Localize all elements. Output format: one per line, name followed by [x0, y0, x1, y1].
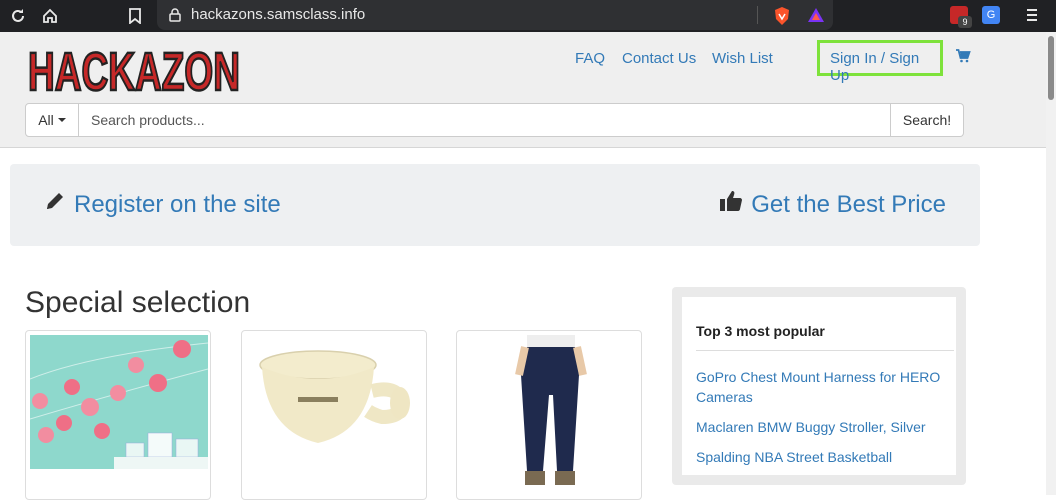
chevron-down-icon: [57, 118, 66, 122]
logo-text: HACKAZON: [28, 42, 240, 98]
brave-shield-icon[interactable]: [773, 6, 791, 31]
page-scrollbar[interactable]: [1046, 32, 1056, 495]
category-dropdown[interactable]: All: [25, 103, 79, 137]
divider: [757, 6, 758, 24]
menu-icon[interactable]: [1026, 6, 1038, 29]
section-title: Special selection: [25, 286, 251, 319]
register-text: Register on the site: [74, 190, 281, 218]
category-label: All: [38, 112, 54, 128]
popular-item[interactable]: Maclaren BMW Buggy Stroller, Silver: [696, 417, 954, 437]
product-card[interactable]: [25, 330, 211, 500]
home-icon[interactable]: [40, 6, 60, 26]
popular-title: Top 3 most popular: [696, 323, 825, 339]
cart-icon[interactable]: [955, 48, 971, 69]
divider: [696, 350, 954, 351]
translate-extension-icon[interactable]: G: [982, 6, 1000, 24]
search-bar: All Search!: [25, 103, 964, 137]
url-text: hackazons.samsclass.info: [191, 6, 366, 23]
popular-item[interactable]: GoPro Chest Mount Harness for HERO Camer…: [696, 367, 954, 407]
product-image: [461, 335, 639, 495]
best-price-link[interactable]: Get the Best Price: [719, 190, 946, 219]
popular-panel: Top 3 most popular GoPro Chest Mount Har…: [672, 287, 966, 485]
popular-item[interactable]: Spalding NBA Street Basketball: [696, 447, 954, 467]
site-header: HACKAZON FAQ Contact Us Wish List Sign I…: [0, 32, 1046, 148]
browser-toolbar: hackazons.samsclass.info 9 G: [0, 0, 1056, 32]
sign-in-link[interactable]: Sign In / Sign Up: [817, 40, 943, 84]
nav-faq[interactable]: FAQ: [575, 50, 605, 67]
product-card[interactable]: [456, 330, 642, 500]
extension-badge: 9: [958, 16, 972, 28]
bookmark-icon[interactable]: [125, 6, 145, 26]
product-card[interactable]: [241, 330, 427, 500]
promo-banner: Register on the site Get the Best Price: [10, 164, 980, 246]
popular-list: Top 3 most popular GoPro Chest Mount Har…: [682, 297, 956, 475]
scrollbar-thumb[interactable]: [1048, 36, 1054, 100]
search-button[interactable]: Search!: [891, 103, 964, 137]
brave-rewards-icon[interactable]: [807, 7, 825, 28]
hackazon-logo[interactable]: HACKAZON: [26, 38, 242, 104]
nav-contact-us[interactable]: Contact Us: [622, 50, 696, 67]
thumbs-up-icon: [719, 190, 743, 219]
address-bar[interactable]: hackazons.samsclass.info: [157, 0, 833, 30]
register-link[interactable]: Register on the site: [44, 190, 281, 219]
lock-icon: [169, 8, 181, 27]
product-image: [29, 335, 209, 469]
best-price-text: Get the Best Price: [751, 190, 946, 218]
pencil-icon: [44, 190, 66, 219]
nav-wish-list[interactable]: Wish List: [712, 50, 773, 67]
reload-icon[interactable]: [8, 6, 28, 26]
search-input[interactable]: [79, 103, 891, 137]
product-image: [246, 335, 424, 469]
